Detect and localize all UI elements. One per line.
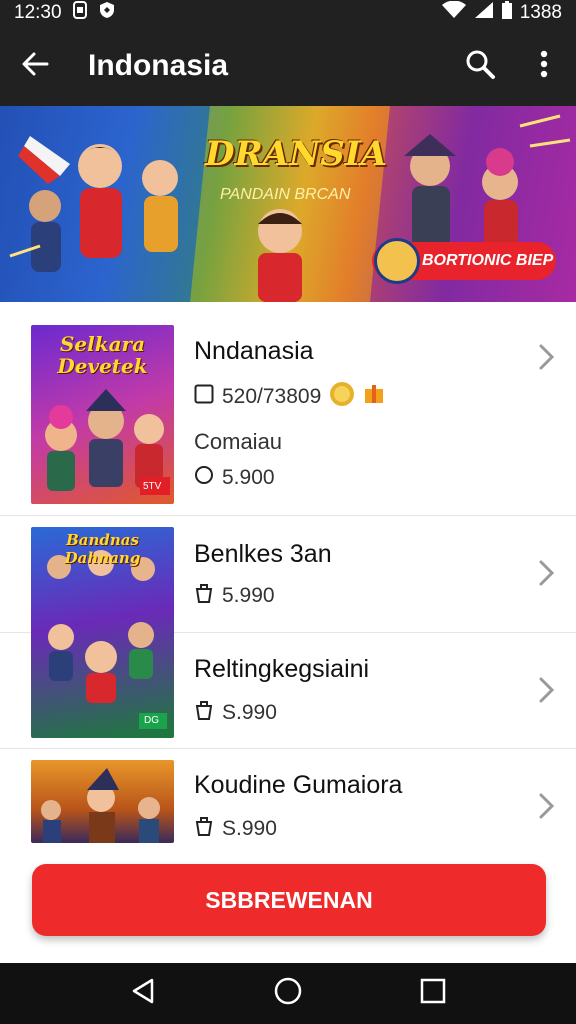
wifi-icon — [441, 0, 466, 25]
item-price-text: 5.990 — [222, 584, 275, 607]
avatar — [374, 238, 420, 284]
item-price: S.990 — [194, 699, 277, 727]
chevron-right-icon[interactable] — [537, 676, 557, 704]
coin-icon — [329, 381, 355, 413]
chevron-right-icon[interactable] — [537, 559, 557, 587]
more-vert-icon — [540, 50, 548, 83]
cart-icon — [194, 464, 214, 492]
item-price: 5.900 — [194, 464, 275, 492]
item-price-text: S.990 — [222, 701, 277, 724]
cart-icon — [194, 582, 214, 610]
nav-home-button[interactable] — [258, 964, 318, 1024]
item-title: Koudine Gumaiora — [194, 771, 403, 799]
back-button[interactable] — [0, 26, 70, 106]
nav-back-icon — [130, 977, 156, 1010]
item-thumbnail — [31, 760, 174, 843]
list-item[interactable]: Koudine Gumaiora S.990 — [0, 749, 576, 843]
status-time: 12:30 — [14, 2, 62, 23]
chevron-right-icon[interactable] — [537, 343, 557, 371]
item-meta: 520/73809 — [194, 381, 385, 413]
hero-subtitle: PANDAIN BRCAN — [220, 186, 351, 203]
item-title: Benlkes 3an — [194, 540, 332, 568]
cart-icon — [194, 815, 214, 843]
item-title: Nndanasia — [194, 337, 314, 365]
signal-icon — [474, 1, 494, 25]
nav-recents-button[interactable] — [403, 964, 463, 1024]
app-bar: Indonasia — [0, 26, 576, 106]
nav-back-button[interactable] — [113, 964, 173, 1024]
cart-icon — [194, 699, 214, 727]
gift-icon — [363, 383, 385, 411]
page-title: Indonasia — [88, 49, 229, 82]
item-price-text: 5.900 — [222, 466, 275, 489]
hero-cta-button[interactable]: BORTIONIC BIEP — [372, 238, 556, 284]
search-button[interactable] — [448, 26, 512, 106]
chevron-right-icon[interactable] — [537, 792, 557, 820]
system-nav-bar — [0, 963, 576, 1024]
hero-cta-label: BORTIONIC BIEP — [422, 252, 554, 269]
item-subtitle: Comaiau — [194, 429, 283, 454]
item-price: S.990 — [194, 815, 277, 843]
item-price-text: S.990 — [222, 817, 277, 840]
item-price: 5.990 — [194, 582, 275, 610]
primary-action-button[interactable]: SBBREWENAN — [32, 864, 546, 936]
item-meta-text: 520/73809 — [222, 385, 322, 408]
item-thumbnail: Selkara Devetek 5TV — [31, 325, 174, 504]
bottom-action-area: SBBREWENAN — [0, 843, 576, 963]
thumbnail-badge: 5TV — [143, 481, 162, 492]
item-title: Reltingkegsiaini — [194, 655, 370, 683]
battery-icon — [501, 1, 512, 25]
status-bar: 12:30 1388 — [0, 0, 576, 26]
checkbox-icon — [194, 384, 214, 410]
list-item[interactable]: Bandnas Dahnang DG Benlkes 3an 5.990 — [0, 516, 576, 738]
thumbnail-badge: DG — [144, 715, 159, 726]
search-icon — [464, 48, 496, 85]
hero-banner[interactable]: DRANSIA PANDAIN BRCAN BORTIONIC BIEP — [0, 106, 576, 302]
item-thumbnail: Bandnas Dahnang DG — [31, 527, 174, 738]
thumbnail-title: Selkara Devetek — [57, 332, 148, 378]
nav-home-icon — [273, 976, 303, 1011]
hero-title: DRANSIA — [205, 134, 388, 174]
list-item[interactable]: Selkara Devetek 5TV Nndanasia 520/73809 … — [0, 311, 576, 516]
thumbnail-title: Bandnas Dahnang — [64, 531, 141, 567]
battery-level: 1388 — [519, 2, 562, 23]
nav-recents-icon — [420, 978, 446, 1009]
back-arrow-icon — [21, 50, 49, 83]
sim-icon — [72, 1, 88, 25]
more-options-button[interactable] — [512, 26, 576, 106]
shield-icon — [98, 1, 116, 25]
